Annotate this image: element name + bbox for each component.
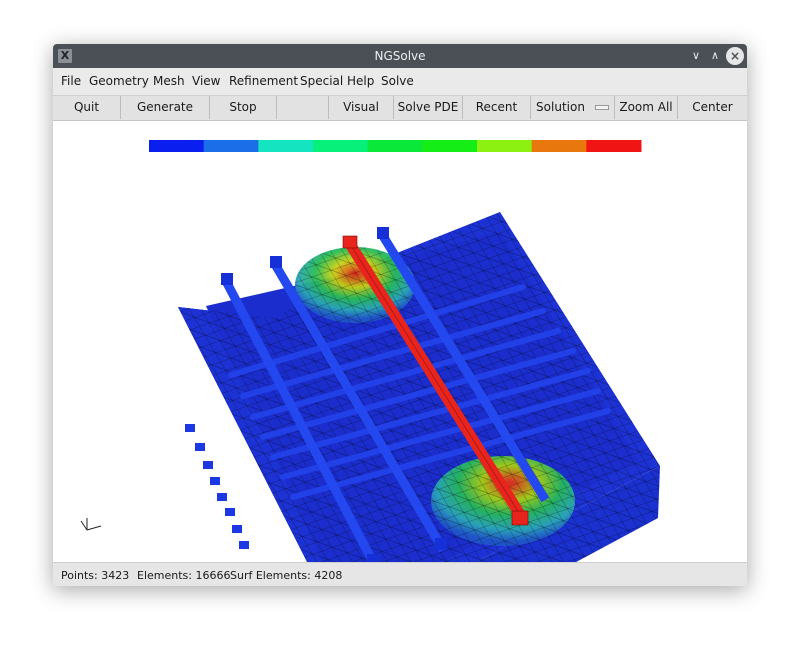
status-bar: Points: 3423 Elements: 16666 Surf Elemen… [53, 562, 747, 586]
menubutton-indicator-icon [594, 105, 609, 110]
color-scale-segment [367, 140, 423, 152]
elements-count: Elements: 16666 [137, 569, 231, 582]
color-scale-segment [586, 140, 642, 152]
color-scale-segment [531, 140, 587, 152]
menu-mesh[interactable]: Mesh [153, 74, 185, 88]
menu-file[interactable]: File [61, 74, 81, 88]
color-scale-segment [203, 140, 259, 152]
generate-mesh-button[interactable]: Generate Mesh [121, 96, 210, 137]
center-button[interactable]: Center [678, 96, 747, 119]
menu-solve[interactable]: Solve [381, 74, 414, 88]
title-bar[interactable]: X NGSolve ∨ ∧ × [53, 44, 747, 68]
solve-pde-button[interactable]: Solve PDE [394, 96, 463, 119]
minimize-icon[interactable]: ∨ [687, 47, 705, 65]
ngsolve-window: X NGSolve ∨ ∧ × File Geometry Mesh View … [53, 44, 747, 586]
color-scale-segment [258, 140, 314, 152]
color-scale-segment [313, 140, 369, 152]
quit-button[interactable]: Quit [53, 96, 121, 119]
zoom-all-button[interactable]: Zoom All [615, 96, 678, 119]
color-scale-segment [477, 140, 533, 152]
toolbar: Quit Generate Mesh Stop Visual Solve PDE… [53, 96, 747, 137]
blank-button[interactable] [277, 96, 329, 119]
recent-button[interactable]: Recent [463, 96, 531, 119]
menu-help[interactable]: Help [347, 74, 374, 88]
points-count: Points: 3423 [61, 569, 130, 582]
rod-end-pegs [185, 424, 249, 549]
stop-button[interactable]: Stop [210, 96, 277, 119]
hot-spot-bottom-mesh [431, 456, 575, 546]
solution-label: Solution [536, 100, 585, 114]
menu-bar: File Geometry Mesh View Refinement Speci… [53, 68, 747, 96]
menu-refinement[interactable]: Refinement [229, 74, 298, 88]
3d-viewport[interactable] [53, 121, 747, 586]
color-scale-bar [149, 140, 642, 152]
color-scale-segment [149, 140, 205, 152]
visual-button[interactable]: Visual [329, 96, 394, 119]
close-icon[interactable]: × [726, 47, 744, 65]
fem-visualization[interactable] [53, 121, 747, 586]
maximize-icon[interactable]: ∧ [706, 47, 724, 65]
menu-special[interactable]: Special [300, 74, 343, 88]
window-title: NGSolve [374, 49, 426, 63]
solution-menubutton[interactable]: Solution [531, 96, 615, 119]
axis-triad-icon [80, 518, 102, 531]
color-scale-segment [422, 140, 478, 152]
menu-view[interactable]: View [192, 74, 220, 88]
menu-geometry[interactable]: Geometry [89, 74, 149, 88]
surf-elements-count: Surf Elements: 4208 [230, 569, 343, 582]
